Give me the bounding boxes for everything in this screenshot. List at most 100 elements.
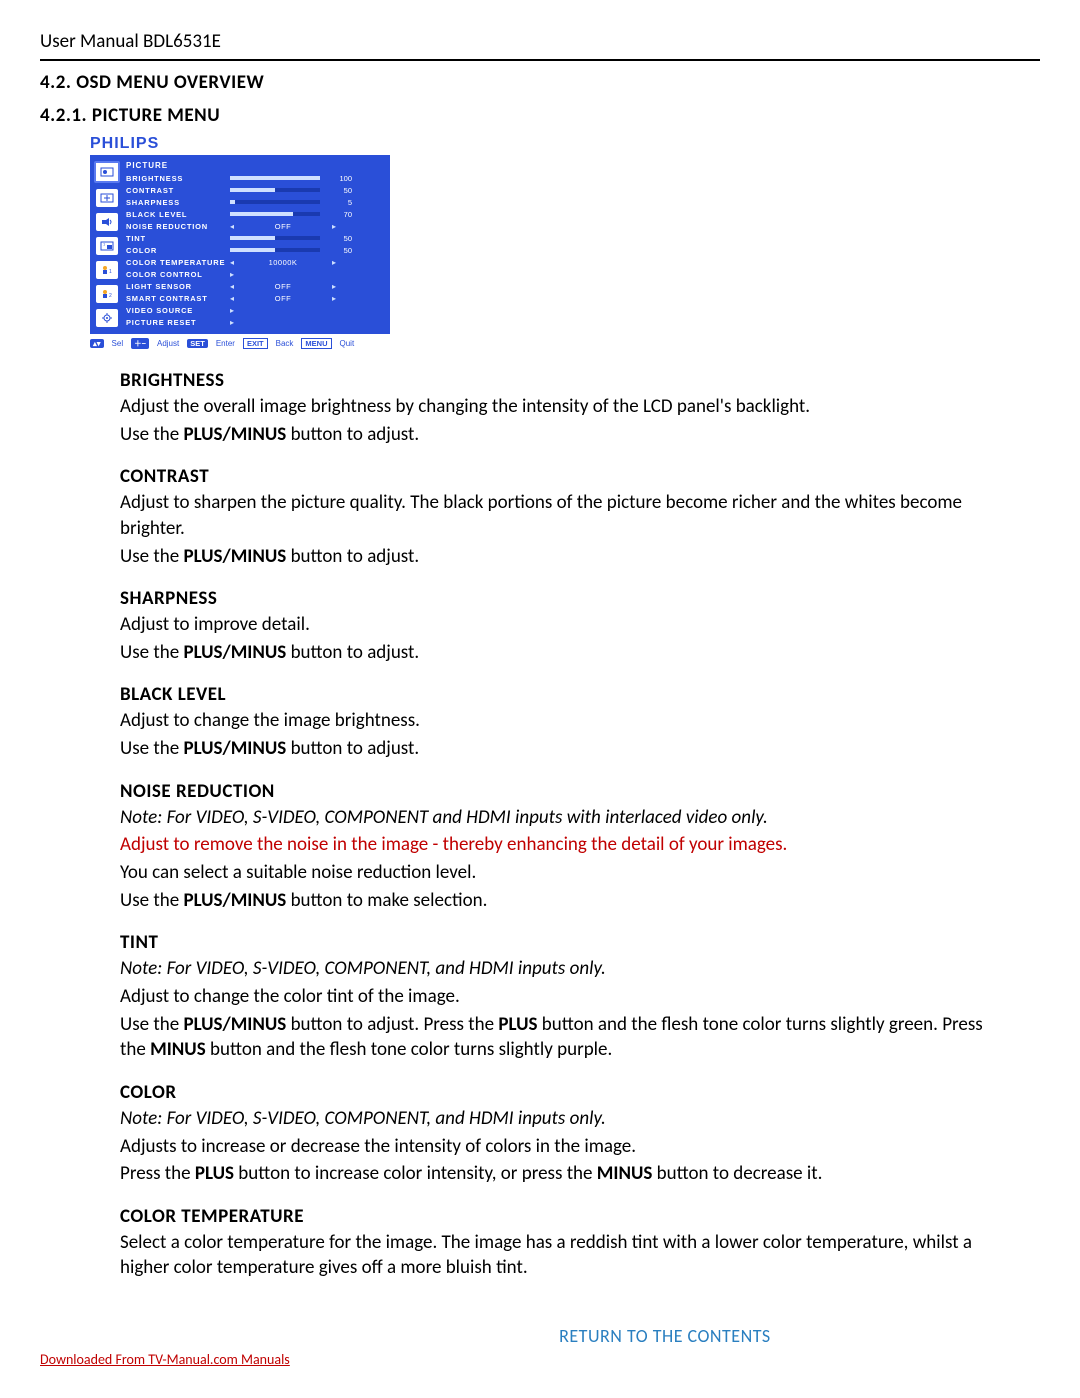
noise-red: Adjust to remove the noise in the image … [120,832,1000,858]
blacklevel-p2: Use the PLUS/MINUS button to adjust. [120,736,1000,762]
osd-enum-value: OFF [238,282,328,291]
sharpness-heading: SHARPNESS [120,587,1000,610]
osd-arrow-right-icon: ▸ [230,318,234,327]
tint-p2: Use the PLUS/MINUS button to adjust. Pre… [120,1012,1000,1063]
osd-row: COLOR 50 [126,244,384,256]
contrast-heading: CONTRAST [120,465,1000,488]
osd-value: 50 [324,234,352,243]
philips-logo: PHILIPS [90,135,1040,153]
osd-sidebar: 1 1 2 [90,155,124,334]
osd-arrow-right-icon: ▸ [332,222,336,231]
blacklevel-p1: Adjust to change the image brightness. [120,708,1000,734]
color-note: Note: For VIDEO, S-VIDEO, COMPONENT, and… [120,1106,1000,1132]
osd-value: 100 [324,174,352,183]
osd-row-label: COLOR TEMPERATURE [126,258,226,267]
section-4-2-heading: 4.2. OSD MENU OVERVIEW [40,71,1040,94]
osd-arrow-left-icon: ◂ [230,222,234,231]
osd-row-label: SHARPNESS [126,198,226,207]
noise-heading: NOISE REDUCTION [120,780,1000,803]
hint-quit: Quit [340,339,355,348]
osd-arrow-right-icon: ▸ [332,258,336,267]
osd-bar [230,188,320,192]
brightness-heading: BRIGHTNESS [120,369,1000,392]
osd-row: NOISE REDUCTION ◂ OFF ▸ [126,220,384,232]
osd-picture-icon [94,161,120,183]
svg-text:1: 1 [109,269,112,275]
osd-enum-value: OFF [238,294,328,303]
osd-bar [230,248,320,252]
osd-row: BRIGHTNESS 100 [126,172,384,184]
brightness-p2: Use the PLUS/MINUS button to adjust. [120,422,1000,448]
sharpness-p2: Use the PLUS/MINUS button to adjust. [120,640,1000,666]
brightness-p1: Adjust the overall image brightness by c… [120,394,1000,420]
color-p1: Adjusts to increase or decrease the inte… [120,1134,1000,1160]
osd-bar [230,200,320,204]
osd-arrow-left-icon: ◂ [230,258,234,267]
contrast-p1: Adjust to sharpen the picture quality. T… [120,490,1000,541]
download-link[interactable]: Downloaded From TV-Manual.com Manuals [40,1351,290,1368]
osd-row-label: COLOR CONTROL [126,270,226,279]
osd-row-label: COLOR [126,246,226,255]
header-rule [40,59,1040,61]
doc-header-title: User Manual BDL6531E [40,30,1040,53]
hint-key-menu: MENU [301,338,331,349]
osd-config2-icon: 2 [96,285,118,303]
osd-bar [230,212,320,216]
osd-arrow-right-icon: ▸ [230,270,234,279]
osd-enum-value: OFF [238,222,328,231]
hint-key-nav: ▴▾ [90,339,104,348]
osd-value: 70 [324,210,352,219]
osd-row-label: CONTRAST [126,186,226,195]
osd-arrow-right-icon: ▸ [332,294,336,303]
colortemp-heading: COLOR TEMPERATURE [120,1205,1000,1228]
osd-pip1-icon: 1 [96,237,118,255]
osd-advanced-icon [96,309,118,327]
hint-sel: Sel [112,339,124,348]
tint-note: Note: For VIDEO, S-VIDEO, COMPONENT, and… [120,956,1000,982]
osd-arrow-left-icon: ◂ [230,282,234,291]
return-to-contents-link[interactable]: RETURN TO THE CONTENTS [290,1325,1040,1347]
osd-row-label: BRIGHTNESS [126,174,226,183]
hint-back: Back [276,339,294,348]
osd-row: TINT 50 [126,232,384,244]
noise-p1: You can select a suitable noise reductio… [120,860,1000,886]
color-p2: Press the PLUS button to increase color … [120,1161,1000,1187]
hint-enter: Enter [216,339,235,348]
osd-screen-icon [96,189,118,207]
osd-value: 50 [324,246,352,255]
section-4-2-1-heading: 4.2.1. PICTURE MENU [40,104,1040,127]
hint-key-plusminus: ＋− [131,338,149,349]
osd-row: COLOR TEMPERATURE ◂ 10000K ▸ [126,256,384,268]
osd-row-label: LIGHT SENSOR [126,282,226,291]
osd-config1-icon: 1 [96,261,118,279]
osd-enum-value: 10000K [238,258,328,267]
osd-row: VIDEO SOURCE▸ [126,304,384,316]
hint-key-set: SET [187,339,208,348]
osd-row-label: NOISE REDUCTION [126,222,226,231]
tint-p1: Adjust to change the color tint of the i… [120,984,1000,1010]
hint-adjust: Adjust [157,339,179,348]
osd-main: PICTURE BRIGHTNESS100CONTRAST50SHARPNESS… [124,155,390,334]
noise-note: Note: For VIDEO, S-VIDEO, COMPONENT and … [120,805,1000,831]
osd-row-label: VIDEO SOURCE [126,306,226,315]
osd-audio-icon [96,213,118,231]
osd-bar [230,236,320,240]
osd-hints: ▴▾Sel ＋−Adjust SETEnter EXITBack MENUQui… [90,338,1040,349]
osd-value: 50 [324,186,352,195]
osd-arrow-right-icon: ▸ [332,282,336,291]
osd-row: SMART CONTRAST◂OFF▸ [126,292,384,304]
svg-text:2: 2 [109,293,112,299]
color-heading: COLOR [120,1081,1000,1104]
osd-row-label: BLACK LEVEL [126,210,226,219]
osd-row-label: TINT [126,234,226,243]
osd-row: SHARPNESS 5 [126,196,384,208]
osd-row-label: PICTURE RESET [126,318,226,327]
tint-heading: TINT [120,931,1000,954]
osd-row: CONTRAST 50 [126,184,384,196]
sharpness-p1: Adjust to improve detail. [120,612,1000,638]
osd-value: 5 [324,198,352,207]
osd-arrow-left-icon: ◂ [230,294,234,303]
osd-row: COLOR CONTROL ▸ [126,268,384,280]
osd-row: BLACK LEVEL 70 [126,208,384,220]
colortemp-p1: Select a color temperature for the image… [120,1230,1000,1281]
